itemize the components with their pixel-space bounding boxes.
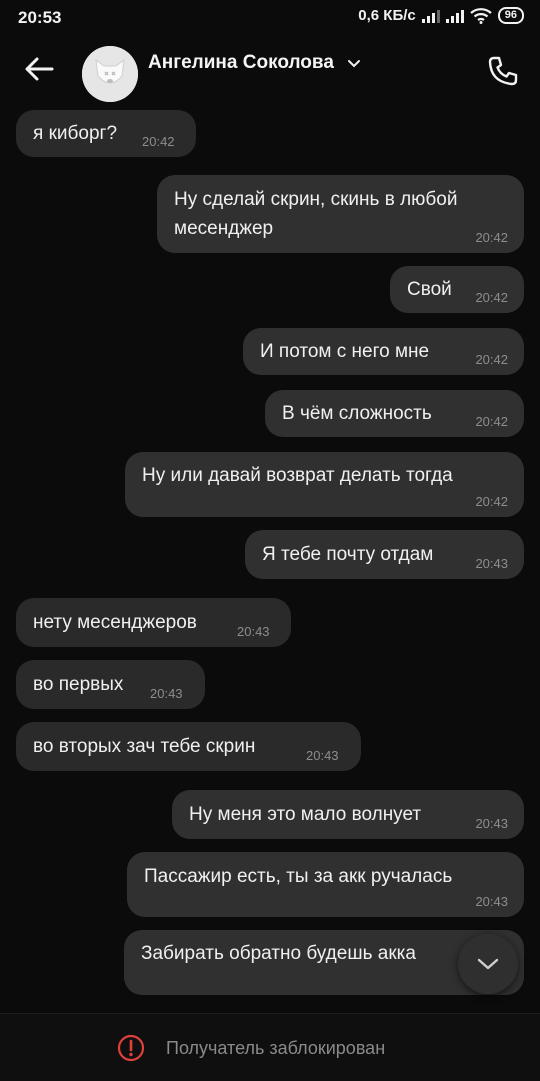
message-incoming[interactable]: нету месенджеров 20:43 [16,598,291,647]
message-incoming[interactable]: во первых 20:43 [16,660,205,709]
message-time: 20:43 [475,556,508,571]
message-outgoing[interactable]: И потом с него мне 20:42 [243,328,524,375]
message-text: Свой [407,279,452,300]
message-incoming[interactable]: я киборг? 20:42 [16,110,196,157]
message-text: Я тебе почту отдам [262,544,434,565]
contact-name-text: Ангелина Соколова [148,52,334,73]
message-incoming[interactable]: во вторых зач тебе скрин 20:43 [16,722,361,771]
message-text-line-2: месенджер [174,218,274,239]
message-time: 20:42 [475,352,508,367]
blocked-notice: Получатель заблокирован [0,1013,540,1081]
wifi-icon [470,7,492,24]
chevron-down-icon[interactable] [347,58,361,68]
message-time: 20:43 [475,894,508,909]
status-time: 20:53 [18,8,62,27]
message-outgoing[interactable]: Я тебе почту отдам 20:43 [245,530,524,579]
battery-icon: 96 [497,7,524,24]
message-text: нету месенджеров [33,612,197,633]
message-outgoing[interactable]: В чём сложность 20:42 [265,390,524,437]
message-list[interactable]: я киборг? 20:42 Ну сделай скрин, скинь в… [0,110,540,1010]
message-text: во вторых зач тебе скрин [33,736,256,757]
blocked-label: Получатель заблокирован [166,1038,386,1058]
message-text: Ну сделай скрин, скинь в любой [174,189,458,210]
back-arrow-icon[interactable] [22,52,56,86]
contact-name[interactable]: Ангелина Соколова [148,52,361,74]
message-time: 20:42 [475,494,508,509]
phone-call-icon[interactable] [486,54,520,88]
message-outgoing[interactable]: Свой 20:42 [390,266,524,313]
message-time: 20:42 [475,414,508,429]
message-outgoing[interactable]: Ну меня это мало волнует 20:43 [172,790,524,839]
message-time: 20:43 [475,816,508,831]
message-text: во первых [33,674,124,695]
network-speed: 0,6 КБ/с [358,7,416,24]
message-outgoing[interactable]: Ну сделай скрин, скинь в любой месенджер… [157,175,524,253]
message-text: Пассажир есть, ты за акк ручалась [144,866,453,887]
message-text: Забирать обратно будешь акка [141,943,416,964]
signal-2-icon [445,9,464,23]
avatar[interactable] [82,46,138,102]
message-text: В чём сложность [282,403,432,424]
message-outgoing[interactable]: Ну или давай возврат делать тогда 20:42 [125,452,524,517]
status-bar: 20:53 0,6 КБ/с 96 [0,0,540,34]
message-time: 20:42 [142,134,175,149]
message-text: я киборг? [33,123,118,144]
signal-1-icon [421,9,440,23]
message-time: 20:42 [475,290,508,305]
message-time: 20:43 [150,686,183,701]
message-text: Ну или давай возврат делать тогда [142,465,453,486]
message-time: 20:43 [306,748,339,763]
message-time: 20:42 [475,230,508,245]
chevron-down-icon [477,958,499,970]
dog-avatar-icon [82,46,138,102]
message-text: И потом с него мне [260,341,430,362]
message-time: 20:43 [237,624,270,639]
scroll-to-bottom-button[interactable] [458,934,518,994]
warning-icon [117,1034,145,1062]
message-outgoing[interactable]: Пассажир есть, ты за акк ручалась 20:43 [127,852,524,917]
status-indicators: 0,6 КБ/с 96 [358,7,524,24]
chat-header: Ангелина Соколова [0,34,540,110]
message-text: Ну меня это мало волнует [189,804,422,825]
